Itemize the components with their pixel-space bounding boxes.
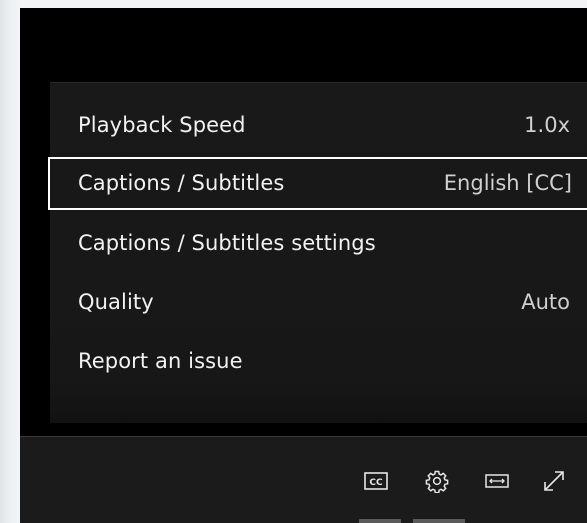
menu-item-captions-subtitles[interactable]: Captions / Subtitles English [CC] xyxy=(48,157,587,210)
settings-menu: Playback Speed 1.0x Captions / Subtitles… xyxy=(48,82,587,423)
menu-item-label: Captions / Subtitles settings xyxy=(78,231,376,255)
gear-icon[interactable] xyxy=(423,467,451,495)
closed-captions-icon[interactable]: CC xyxy=(362,467,390,495)
widescreen-icon[interactable] xyxy=(483,467,511,495)
timeline-marker xyxy=(359,519,401,523)
timeline-marker xyxy=(413,519,465,523)
video-player[interactable]: Playback Speed 1.0x Captions / Subtitles… xyxy=(20,8,587,523)
menu-item-quality[interactable]: Quality Auto xyxy=(50,276,587,329)
menu-item-label: Captions / Subtitles xyxy=(78,171,285,195)
menu-item-value: Auto xyxy=(521,290,570,314)
menu-item-label: Playback Speed xyxy=(78,113,246,137)
fullscreen-icon[interactable] xyxy=(540,467,568,495)
menu-item-report-an-issue[interactable]: Report an issue xyxy=(50,335,587,388)
menu-item-captions-subtitles-settings[interactable]: Captions / Subtitles settings xyxy=(50,217,587,270)
menu-item-label: Report an issue xyxy=(78,349,243,373)
control-bar: CC xyxy=(20,436,587,523)
menu-item-value: 1.0x xyxy=(524,113,570,137)
menu-item-playback-speed[interactable]: Playback Speed 1.0x xyxy=(50,99,587,152)
menu-item-label: Quality xyxy=(78,290,154,314)
menu-item-value: English [CC] xyxy=(443,171,572,195)
svg-text:CC: CC xyxy=(369,478,383,488)
